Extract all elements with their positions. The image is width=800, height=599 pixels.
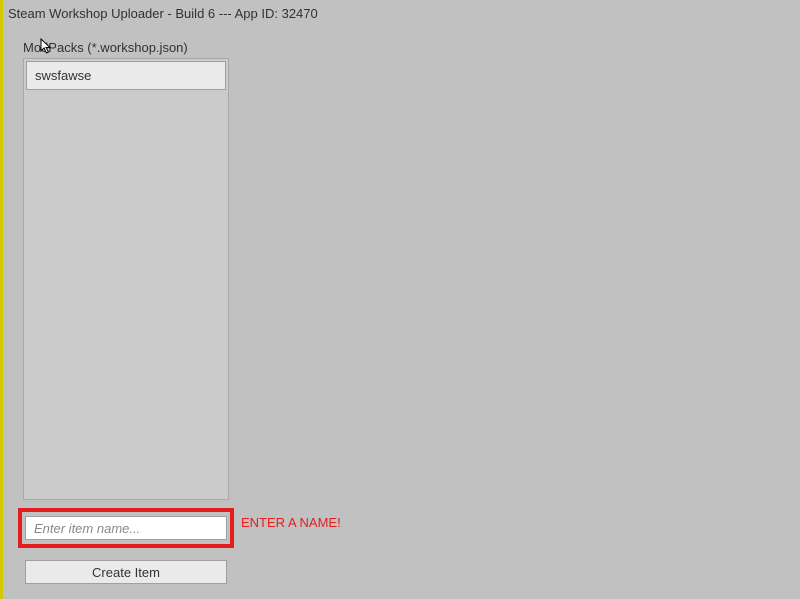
window-title: Steam Workshop Uploader - Build 6 --- Ap… [0,0,800,21]
modpacks-list[interactable]: swsfawse [23,58,229,500]
accent-bar [0,0,3,599]
item-name-input[interactable] [25,516,227,540]
create-item-button[interactable]: Create Item [25,560,227,584]
modpacks-label: ModPacks (*.workshop.json) [23,40,188,55]
error-message: ENTER A NAME! [241,515,341,530]
list-item[interactable]: swsfawse [26,61,226,90]
